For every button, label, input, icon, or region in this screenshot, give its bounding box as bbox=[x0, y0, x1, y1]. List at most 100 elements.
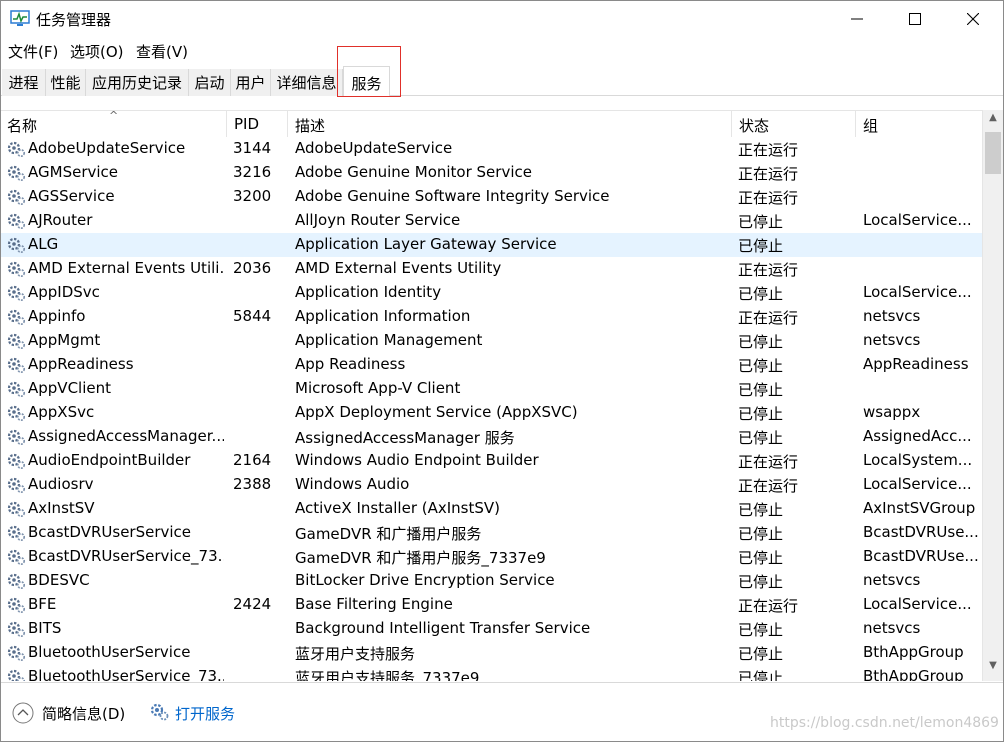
tab-bar: 进程 性能 应用历史记录 启动 用户 详细信息 服务 bbox=[0, 64, 1004, 97]
scrollbar-thumb[interactable] bbox=[985, 132, 1001, 174]
service-name: AppXSvc bbox=[28, 403, 95, 421]
service-pid: 2388 bbox=[233, 475, 272, 493]
service-description: 蓝牙用户支持服务_7337e9 bbox=[295, 669, 480, 681]
service-group: netsvcs bbox=[863, 307, 921, 325]
table-row[interactable]: BcastDVRUserService GameDVR 和广播用户服务 已停止 Bca… bbox=[0, 521, 982, 545]
service-gear-icon bbox=[6, 188, 26, 206]
table-row[interactable]: BluetoothUserService_73... 蓝牙用户支持服务_7337e… bbox=[0, 665, 982, 681]
task-manager-icon bbox=[10, 10, 30, 26]
service-name: AdobeUpdateService bbox=[28, 139, 186, 157]
service-status: 正在运行 bbox=[738, 309, 799, 327]
table-row[interactable]: AppReadiness App Readiness 已停止 AppReadiness bbox=[0, 353, 982, 377]
service-description: GameDVR 和广播用户服务 bbox=[295, 525, 482, 543]
collapse-chevron-up-icon[interactable] bbox=[12, 702, 34, 724]
tab-details[interactable]: 详细信息 bbox=[271, 69, 343, 96]
table-row[interactable]: AMD External Events Utili... 2036 AMD Exte… bbox=[0, 257, 982, 281]
service-name: BDESVC bbox=[28, 571, 90, 589]
service-gear-icon bbox=[6, 236, 26, 254]
table-row[interactable]: Appinfo 5844 Application Information 正在运行 ne… bbox=[0, 305, 982, 329]
tab-app-history[interactable]: 应用历史记录 bbox=[86, 69, 189, 96]
open-services-link[interactable]: 打开服务 bbox=[175, 703, 235, 724]
table-row[interactable]: BcastDVRUserService_73... GameDVR 和广播用户服务… bbox=[0, 545, 982, 569]
service-gear-icon bbox=[6, 620, 26, 638]
services-gear-icon bbox=[150, 703, 169, 721]
table-row[interactable]: BluetoothUserService 蓝牙用户支持服务 已停止 BthAppGro… bbox=[0, 641, 982, 665]
column-header-name-label: 名称 bbox=[7, 117, 38, 135]
service-name: AppMgmt bbox=[28, 331, 101, 349]
service-status: 已停止 bbox=[738, 621, 784, 639]
table-row[interactable]: AppXSvc AppX Deployment Service (AppXSVC)… bbox=[0, 401, 982, 425]
tab-performance[interactable]: 性能 bbox=[46, 69, 86, 96]
table-row[interactable]: AppVClient Microsoft App-V Client 已停止 bbox=[0, 377, 982, 401]
service-group: BthAppGroup bbox=[863, 643, 964, 661]
service-name: AppReadiness bbox=[28, 355, 134, 373]
service-gear-icon bbox=[6, 404, 26, 422]
service-gear-icon bbox=[6, 668, 26, 681]
tab-users[interactable]: 用户 bbox=[231, 69, 271, 96]
table-row[interactable]: ALG Application Layer Gateway Service 已停止 bbox=[0, 233, 982, 257]
service-status: 已停止 bbox=[738, 405, 784, 423]
service-name: Audiosrv bbox=[28, 475, 94, 493]
table-row[interactable]: AppMgmt Application Management 已停止 netsvcs bbox=[0, 329, 982, 353]
table-row[interactable]: AGMService 3216 Adobe Genuine Monitor Serv… bbox=[0, 161, 982, 185]
service-status: 正在运行 bbox=[738, 597, 799, 615]
service-group: LocalService... bbox=[863, 595, 972, 613]
table-row[interactable]: AdobeUpdateService 3144 AdobeUpdateService… bbox=[0, 137, 982, 161]
title-bar: 任务管理器 bbox=[0, 0, 1004, 38]
service-name: AxInstSV bbox=[28, 499, 95, 517]
service-gear-icon bbox=[6, 524, 26, 542]
service-description: Microsoft App-V Client bbox=[295, 379, 461, 397]
service-group: netsvcs bbox=[863, 619, 921, 637]
menu-options[interactable]: 选项(O) bbox=[70, 41, 124, 62]
column-header-group[interactable]: 组 bbox=[856, 111, 982, 137]
column-header-name[interactable]: 名称 ^ bbox=[0, 111, 227, 137]
service-group: netsvcs bbox=[863, 571, 921, 589]
service-description: Base Filtering Engine bbox=[295, 595, 453, 613]
service-description: AMD External Events Utility bbox=[295, 259, 502, 277]
scroll-up-arrow-icon[interactable]: ▲ bbox=[983, 112, 1003, 130]
service-description: Application Identity bbox=[295, 283, 442, 301]
watermark-text: https://blog.csdn.net/lemon4869 bbox=[770, 715, 999, 731]
tab-startup[interactable]: 启动 bbox=[189, 69, 231, 96]
column-header-pid[interactable]: PID bbox=[227, 111, 288, 137]
service-status: 正在运行 bbox=[738, 477, 799, 495]
sort-ascending-icon: ^ bbox=[109, 110, 119, 122]
table-row[interactable]: BFE 2424 Base Filtering Engine 正在运行 LocalSer… bbox=[0, 593, 982, 617]
table-row[interactable]: AJRouter AllJoyn Router Service 已停止 LocalSe… bbox=[0, 209, 982, 233]
table-row[interactable]: AssignedAccessManager... AssignedAccessMa… bbox=[0, 425, 982, 449]
tab-processes[interactable]: 进程 bbox=[2, 69, 46, 96]
table-row[interactable]: AxInstSV ActiveX Installer (AxInstSV) 已停止 A… bbox=[0, 497, 982, 521]
service-status: 已停止 bbox=[738, 573, 784, 591]
column-header-status[interactable]: 状态 bbox=[732, 111, 856, 137]
service-group: BcastDVRUse... bbox=[863, 547, 979, 565]
service-status: 已停止 bbox=[738, 285, 784, 303]
table-body: AdobeUpdateService 3144 AdobeUpdateService… bbox=[0, 137, 982, 681]
table-row[interactable]: AudioEndpointBuilder 2164 Windows Audio En… bbox=[0, 449, 982, 473]
minimize-button[interactable] bbox=[828, 0, 886, 38]
service-status: 正在运行 bbox=[738, 261, 799, 279]
service-name: AudioEndpointBuilder bbox=[28, 451, 191, 469]
table-row[interactable]: Audiosrv 2388 Windows Audio 正在运行 LocalServic… bbox=[0, 473, 982, 497]
service-status: 已停止 bbox=[738, 501, 784, 519]
vertical-scrollbar[interactable]: ▲ ▼ bbox=[982, 110, 1003, 681]
fewer-details-label[interactable]: 简略信息(D) bbox=[42, 703, 125, 724]
menu-view[interactable]: 查看(V) bbox=[136, 41, 188, 62]
table-row[interactable]: BDESVC BitLocker Drive Encryption Service… bbox=[0, 569, 982, 593]
service-gear-icon bbox=[6, 548, 26, 566]
service-description: AdobeUpdateService bbox=[295, 139, 453, 157]
maximize-button[interactable] bbox=[886, 0, 944, 38]
close-button[interactable] bbox=[944, 0, 1002, 38]
service-status: 已停止 bbox=[738, 429, 784, 447]
service-status: 已停止 bbox=[738, 381, 784, 399]
table-row[interactable]: AGSService 3200 Adobe Genuine Software Int… bbox=[0, 185, 982, 209]
tab-services[interactable]: 服务 bbox=[343, 66, 390, 97]
table-row[interactable]: AppIDSvc Application Identity 已停止 LocalServ… bbox=[0, 281, 982, 305]
service-description: AssignedAccessManager 服务 bbox=[295, 429, 515, 447]
service-status: 已停止 bbox=[738, 333, 784, 351]
scroll-down-arrow-icon[interactable]: ▼ bbox=[983, 660, 1003, 678]
maximize-icon bbox=[909, 13, 921, 25]
menu-file[interactable]: 文件(F) bbox=[8, 41, 58, 62]
table-row[interactable]: BITS Background Intelligent Transfer Serv… bbox=[0, 617, 982, 641]
column-header-description[interactable]: 描述 bbox=[288, 111, 732, 137]
services-table: 名称 ^ PID 描述 状态 组 AdobeUpdateService 3144 A… bbox=[0, 110, 1004, 681]
